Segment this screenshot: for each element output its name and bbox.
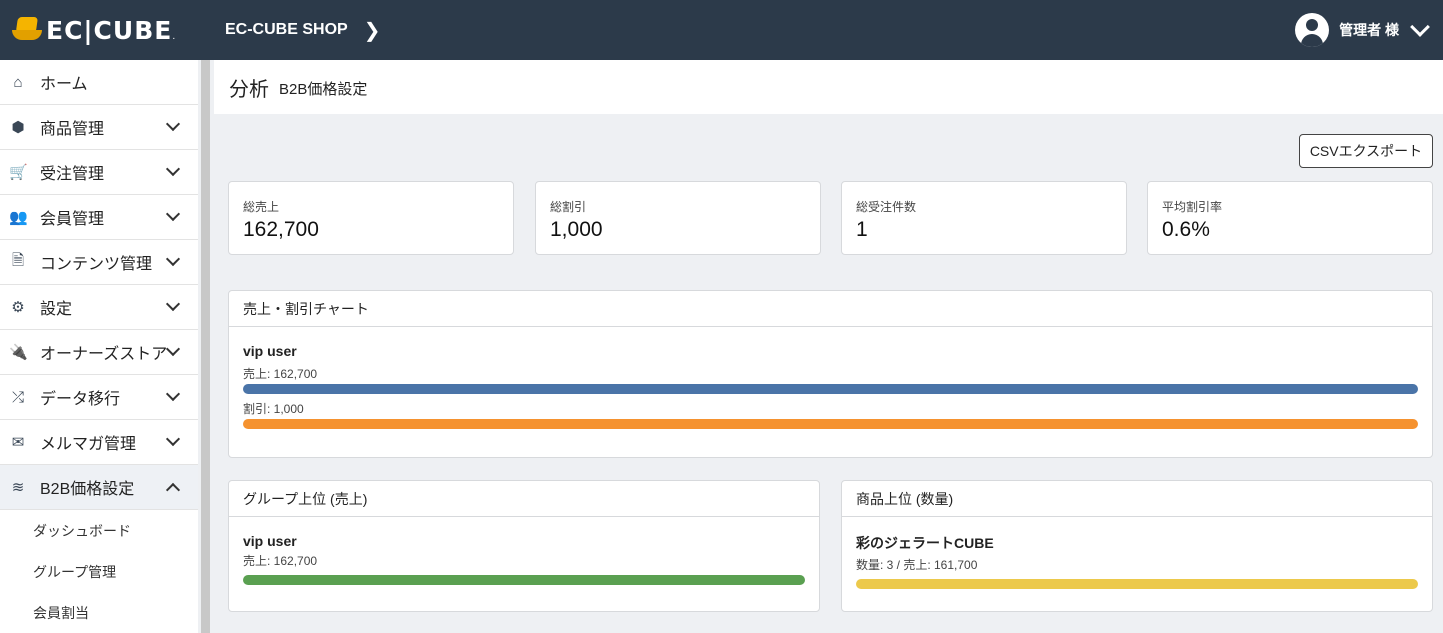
- chevron-down-icon: [165, 296, 181, 312]
- top-header: EC|CUBE. EC-CUBE SHOP ❯ 管理者 様: [0, 0, 1443, 60]
- discount-label: 割引: 1,000: [243, 402, 304, 416]
- group-sales-label: 売上: 162,700: [243, 554, 318, 568]
- sidebar-item-label: B2B価格設定: [40, 481, 135, 498]
- stat-value: 0.6%: [1162, 218, 1210, 241]
- ec-cube-logo[interactable]: EC|CUBE.: [12, 16, 212, 45]
- user-menu[interactable]: 管理者 様: [1295, 0, 1430, 60]
- stat-card-total-discount: 総割引 1,000: [535, 181, 821, 255]
- plug-icon: 🔌: [9, 344, 28, 361]
- sidebar-item-label: データ移行: [40, 391, 121, 408]
- shop-link[interactable]: EC-CUBE SHOP ❯: [225, 18, 380, 43]
- gear-icon: ⚙: [11, 299, 25, 316]
- stat-value: 1,000: [550, 218, 603, 241]
- sidebar-item-label: オーナーズストア: [40, 346, 168, 363]
- stat-label: 総売上: [243, 200, 280, 214]
- chevron-down-icon: [165, 341, 181, 357]
- page-title-bar: 分析 B2B価格設定: [214, 60, 1443, 114]
- stat-label: 平均割引率: [1162, 200, 1223, 214]
- sidebar-item-owners-store[interactable]: 🔌 オーナーズストア: [0, 330, 198, 375]
- sidebar-item-label: 設定: [40, 301, 73, 318]
- stat-card-avg-discount-rate: 平均割引率 0.6%: [1147, 181, 1433, 255]
- product-quantity-bar: [856, 579, 1418, 589]
- sidebar-item-label: ホーム: [40, 76, 88, 93]
- sidebar-item-label: メルマガ管理: [40, 436, 137, 453]
- home-icon: ⌂: [13, 73, 23, 91]
- group-sales-bar: [243, 575, 805, 585]
- user-avatar-icon: [1295, 13, 1330, 47]
- sidebar-item-label: 商品管理: [40, 121, 105, 138]
- sidebar-subitem-member-assignment[interactable]: 会員割当: [0, 592, 198, 633]
- stat-card-total-orders: 総受注件数 1: [841, 181, 1127, 255]
- chevron-down-icon: [165, 206, 181, 222]
- sidebar-item-products[interactable]: ⬢ 商品管理: [0, 105, 198, 150]
- group-top-card: グループ上位 (売上) vip user 売上: 162,700: [228, 480, 820, 612]
- sidebar-item-settings[interactable]: ⚙ 設定: [0, 285, 198, 330]
- sidebar-item-orders[interactable]: 🛒 受注管理: [0, 150, 198, 195]
- sidebar-item-label: 受注管理: [40, 166, 105, 183]
- sidebar: ⌂ ホーム ⬢ 商品管理 🛒 受注管理 👥 会員管理 🗎 コンテンツ管理 ⚙ 設…: [0, 60, 198, 633]
- shuffle-icon: ⤮: [11, 388, 24, 406]
- group-name: vip user: [243, 533, 297, 549]
- envelope-icon: ✉: [11, 434, 25, 451]
- sidebar-subitem-group-management[interactable]: グループ管理: [0, 551, 198, 592]
- sidebar-item-b2b-pricing[interactable]: ≋ B2B価格設定: [0, 465, 198, 510]
- users-icon: 👥: [9, 209, 28, 226]
- stat-value: 162,700: [243, 218, 319, 241]
- chevron-down-icon: [165, 161, 181, 177]
- user-label: 管理者 様: [1339, 22, 1399, 38]
- page-title: 分析: [229, 78, 269, 101]
- csv-export-button[interactable]: CSVエクスポート: [1299, 134, 1433, 168]
- chevron-down-icon: [165, 251, 181, 267]
- chevron-right-icon: ❯: [363, 19, 381, 42]
- sidebar-item-home[interactable]: ⌂ ホーム: [0, 60, 198, 105]
- stat-label: 総割引: [550, 200, 587, 214]
- shop-name: EC-CUBE SHOP: [225, 21, 348, 38]
- product-top-card: 商品上位 (数量) 彩のジェラートCUBE 数量: 3 / 売上: 161,70…: [841, 480, 1433, 612]
- sales-bar: [243, 384, 1418, 394]
- logo-text: EC|CUBE.: [46, 15, 177, 45]
- box-icon: ⬢: [11, 119, 25, 136]
- sidebar-item-mail-magazine[interactable]: ✉ メルマガ管理: [0, 420, 198, 465]
- main-content: 分析 B2B価格設定 CSVエクスポート 総売上 162,700 総割引 1,0…: [214, 60, 1443, 633]
- sidebar-item-customers[interactable]: 👥 会員管理: [0, 195, 198, 240]
- stat-value: 1: [856, 218, 868, 241]
- sidebar-item-label: 会員管理: [40, 211, 105, 228]
- sidebar-scrollbar[interactable]: [201, 60, 210, 633]
- file-icon: 🗎: [11, 251, 25, 269]
- layers-icon: ≋: [11, 479, 25, 496]
- sales-label: 売上: 162,700: [243, 367, 318, 381]
- cube-logo-icon: [12, 17, 42, 43]
- cart-icon: 🛒: [9, 164, 28, 181]
- sidebar-item-contents[interactable]: 🗎 コンテンツ管理: [0, 240, 198, 285]
- chevron-down-icon: [165, 116, 181, 132]
- chevron-down-icon: [165, 386, 181, 402]
- discount-bar: [243, 419, 1418, 429]
- chevron-down-icon: [165, 431, 181, 447]
- card-title: グループ上位 (売上): [229, 481, 819, 517]
- card-title: 商品上位 (数量): [842, 481, 1432, 517]
- sales-discount-chart-card: 売上・割引チャート vip user 売上: 162,700 割引: 1,000: [228, 290, 1433, 458]
- stat-label: 総受注件数: [856, 200, 917, 214]
- sidebar-item-data-migration[interactable]: ⤮ データ移行: [0, 375, 198, 420]
- page-subtitle: B2B価格設定: [279, 80, 368, 98]
- stat-card-total-sales: 総売上 162,700: [228, 181, 514, 255]
- sidebar-subitem-dashboard[interactable]: ダッシュボード: [0, 510, 198, 551]
- card-title: 売上・割引チャート: [229, 291, 1432, 327]
- chevron-down-icon: [1410, 17, 1430, 37]
- sidebar-item-label: コンテンツ管理: [40, 256, 153, 273]
- product-name: 彩のジェラートCUBE: [856, 535, 994, 551]
- product-detail-label: 数量: 3 / 売上: 161,700: [856, 558, 978, 572]
- group-name: vip user: [243, 343, 297, 359]
- chevron-up-icon: [165, 482, 181, 498]
